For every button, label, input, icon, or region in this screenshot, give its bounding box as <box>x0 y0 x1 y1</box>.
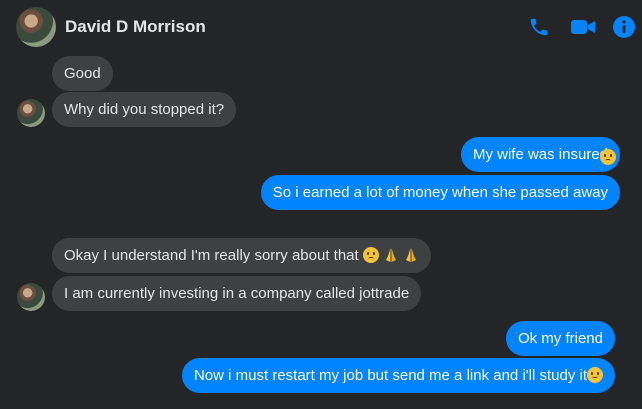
outgoing-message[interactable]: So i earned a lot of money when she pass… <box>260 175 620 210</box>
folded-hands-emoji <box>386 248 397 262</box>
contact-avatar-small[interactable] <box>17 99 45 127</box>
outgoing-message[interactable]: My wife was insured <box>460 137 620 172</box>
incoming-message[interactable]: Why did you stopped it? <box>52 92 237 127</box>
message-text: Okay I understand I'm really sorry about… <box>64 247 359 264</box>
message-thread[interactable]: Good Why did you stopped it? My wife was… <box>0 54 642 409</box>
incoming-message[interactable]: Good <box>52 56 113 91</box>
message-text: Now i must restart my job but send me a … <box>193 367 587 384</box>
contact-name[interactable]: David D Morrison <box>65 17 206 37</box>
smiling-face-emoji <box>587 367 603 383</box>
folded-hands-emoji <box>406 248 417 262</box>
contact-avatar[interactable] <box>16 7 56 47</box>
info-icon[interactable] <box>611 14 637 40</box>
incoming-message[interactable]: I am currently investing in a company ca… <box>52 276 422 311</box>
contact-avatar-small[interactable] <box>17 283 45 311</box>
outgoing-message[interactable]: Ok my friend <box>505 321 615 356</box>
chat-header: David D Morrison <box>0 0 642 54</box>
incoming-message[interactable]: Okay I understand I'm really sorry about… <box>52 238 432 273</box>
sad-face-reaction[interactable] <box>600 149 616 165</box>
sad-face-emoji <box>600 149 616 165</box>
video-camera-icon[interactable] <box>570 14 596 40</box>
sad-face-emoji <box>362 247 379 263</box>
outgoing-message[interactable]: Now i must restart my job but send me a … <box>181 358 615 393</box>
phone-icon[interactable] <box>526 14 552 40</box>
